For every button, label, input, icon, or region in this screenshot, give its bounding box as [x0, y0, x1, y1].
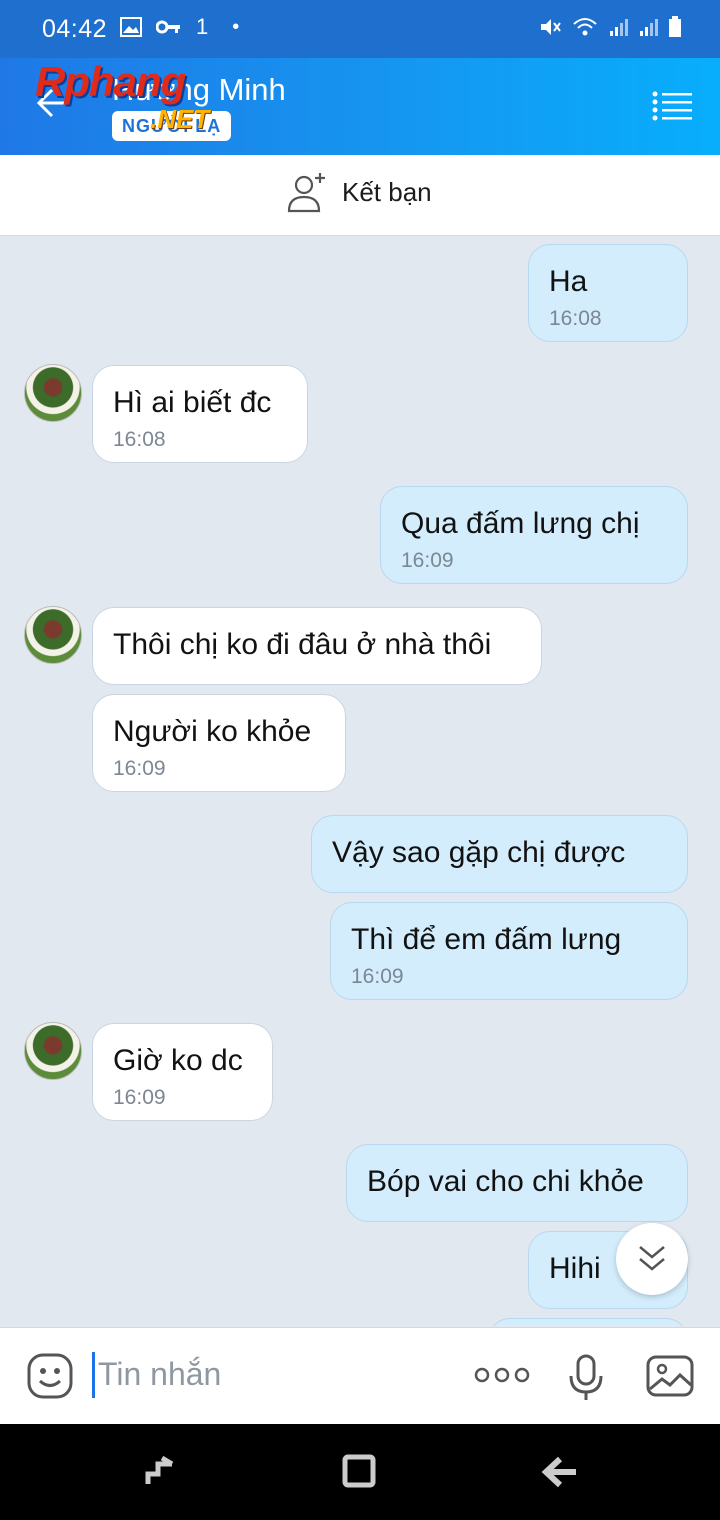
mute-icon [541, 19, 561, 35]
message-text: Bóp vai cho chi khỏe [367, 1165, 644, 1198]
recent-apps-icon[interactable] [142, 1454, 178, 1490]
message-time: 16:09 [401, 549, 454, 572]
message-input-bar: Tin nhắn [0, 1327, 720, 1424]
message-bubble-partial[interactable] [488, 1318, 688, 1326]
message-list[interactable]: Ha 16:08 Hì ai biết đc 16:08 Qua đấm lưn… [0, 236, 720, 1326]
avatar[interactable] [24, 606, 82, 664]
more-options-icon[interactable] [474, 1364, 530, 1386]
message-bubble[interactable]: Bóp vai cho chi khỏe [346, 1144, 688, 1222]
message-text: Vậy sao gặp chị được [332, 836, 626, 869]
message-input[interactable]: Tin nhắn [98, 1356, 221, 1393]
message-text: Người ko khỏe [113, 715, 312, 748]
menu-list-icon[interactable] [652, 90, 692, 122]
double-chevron-down-icon [639, 1246, 665, 1271]
message-text: Hì ai biết đc [113, 386, 272, 419]
message-text: Ha [549, 265, 588, 298]
watermark-logo-suffix: .NET [150, 104, 210, 134]
gallery-icon [120, 17, 142, 37]
avatar[interactable] [24, 364, 82, 422]
add-friend-bar: Kết bạn [0, 155, 720, 236]
signal-icon-2 [640, 19, 658, 36]
add-friend-label: Kết bạn [342, 176, 432, 207]
add-user-icon [287, 173, 325, 213]
signal-label: 1 [196, 14, 209, 39]
message-text: Giờ ko dc [113, 1044, 243, 1077]
microphone-icon[interactable] [566, 1354, 606, 1402]
key-icon [156, 20, 180, 34]
message-time: 16:09 [113, 1086, 166, 1109]
message-time: 16:09 [113, 757, 166, 780]
message-bubble[interactable]: Người ko khỏe 16:09 [92, 694, 346, 792]
watermark-logo: Rphang [35, 58, 186, 105]
scroll-to-bottom-button[interactable] [616, 1223, 688, 1295]
dot-icon: • [232, 15, 240, 38]
system-nav-bar [0, 1424, 720, 1520]
wifi-icon [573, 18, 597, 36]
status-time: 04:42 [42, 15, 108, 43]
chat-header: 04:42 1 • Hương Minh NGƯỜI LẠ Rphang .NE… [0, 0, 720, 155]
message-bubble[interactable]: Ha 16:08 [528, 244, 688, 342]
add-friend-button[interactable]: Kết bạn [286, 171, 432, 213]
message-text: Thôi chị ko đi đâu ở nhà thôi [113, 628, 492, 661]
home-icon[interactable] [340, 1452, 378, 1490]
nav-back-icon[interactable] [540, 1454, 580, 1490]
message-time: 16:09 [351, 965, 404, 988]
message-bubble[interactable]: Thì để em đấm lưng 16:09 [330, 902, 688, 1000]
status-bar: 04:42 1 • [0, 0, 720, 58]
battery-icon [669, 16, 681, 37]
status-right-icons [538, 16, 682, 38]
status-left-icons: 1 • [120, 14, 239, 40]
text-cursor [92, 1352, 95, 1398]
message-bubble[interactable]: Giờ ko dc 16:09 [92, 1023, 273, 1121]
message-text: Qua đấm lưng chị [401, 507, 640, 540]
sticker-icon[interactable] [26, 1352, 74, 1400]
avatar[interactable] [24, 1022, 82, 1080]
signal-icon-1 [610, 19, 628, 36]
message-bubble[interactable]: Qua đấm lưng chị 16:09 [380, 486, 688, 584]
message-bubble[interactable]: Hì ai biết đc 16:08 [92, 365, 308, 463]
image-icon[interactable] [646, 1355, 694, 1397]
message-text: Thì để em đấm lưng [351, 923, 622, 956]
message-bubble[interactable]: Thôi chị ko đi đâu ở nhà thôi [92, 607, 542, 685]
message-time: 16:08 [549, 307, 602, 330]
message-bubble[interactable]: Vậy sao gặp chị được [311, 815, 688, 893]
message-time: 16:08 [113, 428, 166, 451]
